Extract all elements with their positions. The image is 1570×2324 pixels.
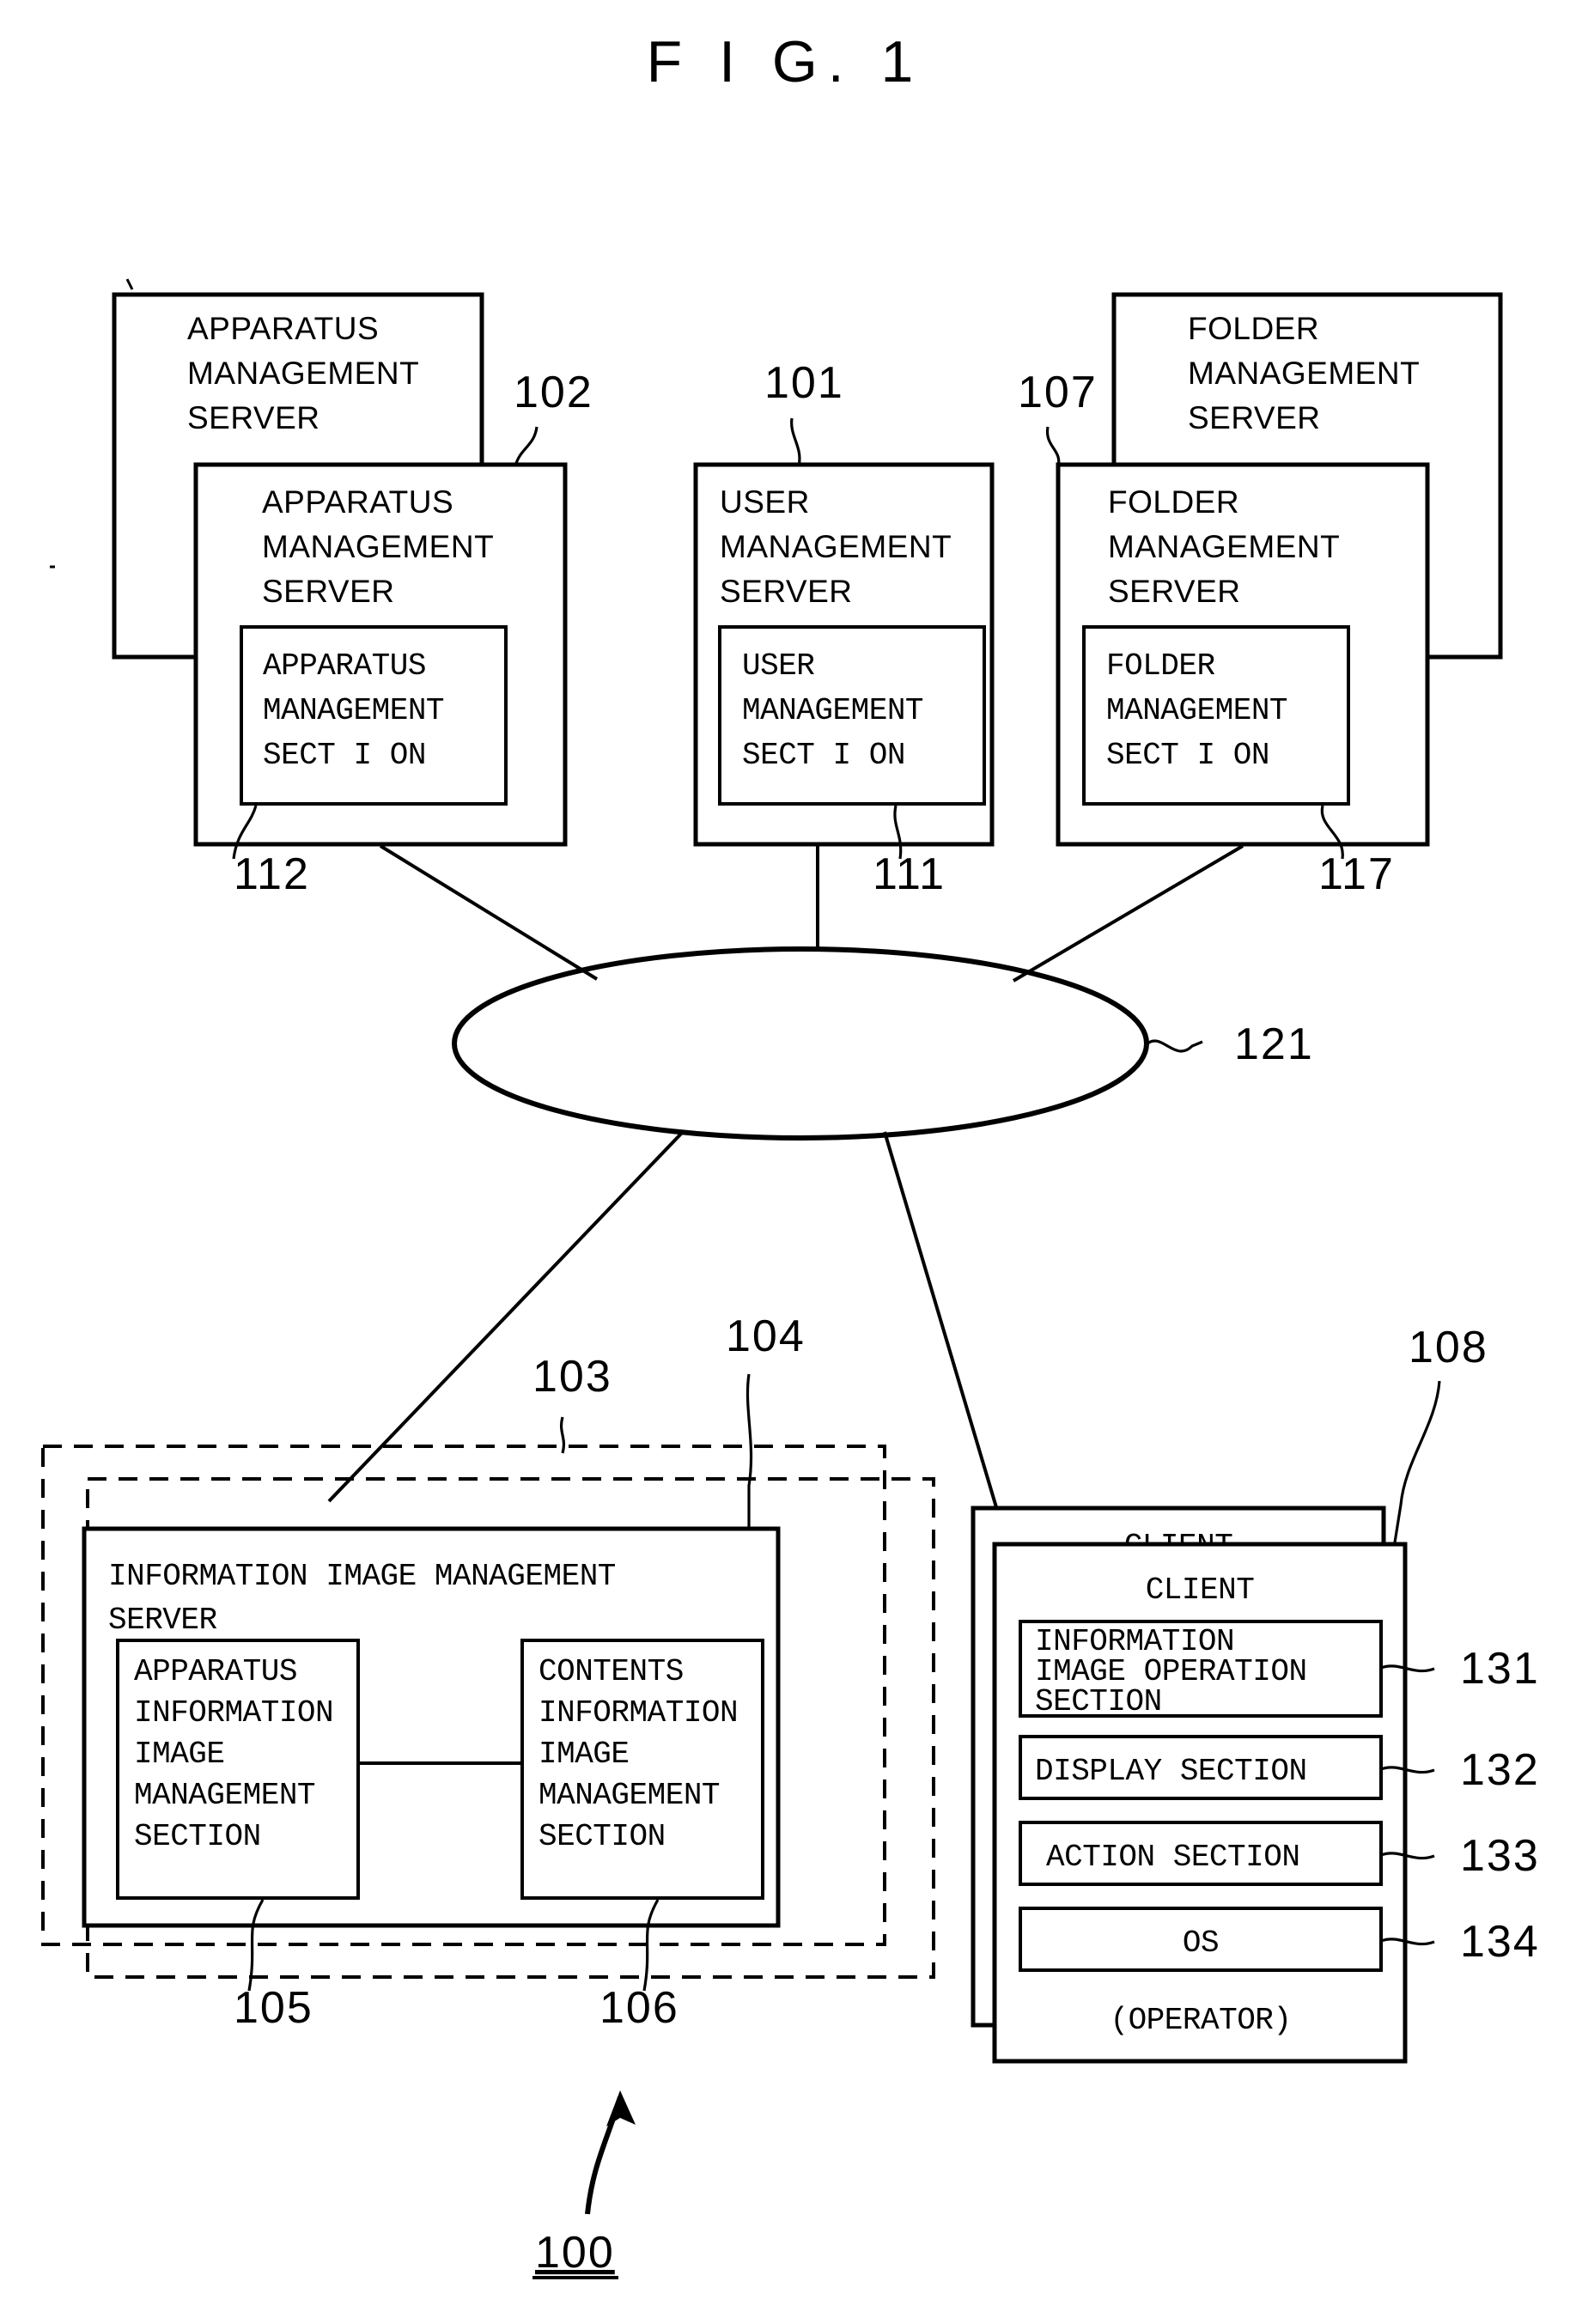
folder-server-line-2: MANAGEMENT <box>1108 529 1340 564</box>
ref-132-label: 132 <box>1460 1745 1540 1795</box>
system-ref-100-label: 100 <box>535 2228 615 2278</box>
user-server-line-3: SERVER <box>720 574 853 609</box>
ref-111-label: 111 <box>873 849 946 899</box>
apparatus-server-line-2: MANAGEMENT <box>262 529 494 564</box>
module-131-line-3: SECTION <box>1035 1684 1162 1719</box>
ref-101-label: 101 <box>764 358 844 408</box>
ref-108-label: 108 <box>1409 1323 1488 1372</box>
user-server-line-1: USER <box>720 484 810 520</box>
ref-104-leader <box>745 1373 753 1530</box>
info-image-server-line-2: SERVER <box>108 1603 217 1638</box>
module-133-line-1: ACTION SECTION <box>1046 1840 1299 1875</box>
figure-canvas: F I G. 1 APPARATUS MANAGEMENT SERVER APP… <box>41 29 1540 2279</box>
ref-105-label: 105 <box>234 1983 313 2033</box>
ref-102-leader <box>514 426 539 467</box>
apparatus-back-line-3: SERVER <box>187 400 320 435</box>
apparatus-server-line-1: APPARATUS <box>262 484 453 520</box>
ref-133-label: 133 <box>1460 1831 1540 1881</box>
folder-section-line-2: MANAGEMENT <box>1106 693 1287 728</box>
apparatus-back-line-2: MANAGEMENT <box>187 356 419 391</box>
contents-info-line-2: INFORMATION <box>539 1695 738 1731</box>
link-folder-to-network <box>1012 844 1244 983</box>
figure-title: F I G. 1 <box>647 29 924 94</box>
ref-112-label: 112 <box>234 849 310 899</box>
contents-info-line-3: IMAGE <box>539 1737 630 1772</box>
patent-figure-page: F I G. 1 APPARATUS MANAGEMENT SERVER APP… <box>0 0 1570 2324</box>
ref-103-leader <box>559 1416 566 1454</box>
contents-info-line-5: SECTION <box>539 1819 666 1854</box>
apparatus-info-line-4: MANAGEMENT <box>134 1778 315 1813</box>
ref-121-label: 121 <box>1234 1019 1314 1069</box>
ref-106-label: 106 <box>599 1983 679 2033</box>
user-section-line-3: SECT I ON <box>742 738 905 773</box>
folder-back-line-2: MANAGEMENT <box>1188 356 1420 391</box>
link-apparatus-to-network <box>379 844 599 981</box>
user-section-line-2: MANAGEMENT <box>742 693 923 728</box>
folder-back-line-1: FOLDER <box>1188 311 1319 346</box>
link-network-to-client <box>883 1131 998 1508</box>
apparatus-back-line-1: APPARATUS <box>187 311 379 346</box>
apparatus-info-line-1: APPARATUS <box>134 1654 297 1689</box>
apparatus-info-line-3: IMAGE <box>134 1737 225 1772</box>
network-ellipse <box>452 946 1149 1141</box>
apparatus-server-line-3: SERVER <box>262 574 395 609</box>
ref-107-label: 107 <box>1018 368 1098 417</box>
apparatus-section-line-1: APPARATUS <box>263 648 426 684</box>
ref-117-label: 117 <box>1318 849 1395 899</box>
info-image-server-line-1: INFORMATION IMAGE MANAGEMENT <box>108 1559 616 1594</box>
apparatus-section-line-3: SECT I ON <box>263 738 426 773</box>
scan-speck-1 <box>125 278 134 290</box>
apparatus-info-line-5: SECTION <box>134 1819 261 1854</box>
user-server-line-2: MANAGEMENT <box>720 529 952 564</box>
ref-104-label: 104 <box>726 1311 806 1361</box>
contents-info-line-4: MANAGEMENT <box>539 1778 720 1813</box>
link-network-to-info-image-server <box>327 1130 685 1503</box>
folder-section-line-1: FOLDER <box>1106 648 1215 684</box>
folder-server-line-1: FOLDER <box>1108 484 1239 520</box>
ref-103-label: 103 <box>532 1352 612 1402</box>
ref-102-label: 102 <box>514 368 593 417</box>
folder-section-line-3: SECT I ON <box>1106 738 1269 773</box>
contents-info-line-1: CONTENTS <box>539 1654 684 1689</box>
ref-134-label: 134 <box>1460 1917 1540 1967</box>
system-ref-arrow-head <box>606 2090 636 2126</box>
apparatus-info-line-2: INFORMATION <box>134 1695 333 1731</box>
client-footer-operator: (OPERATOR) <box>1110 2003 1291 2038</box>
folder-back-line-3: SERVER <box>1188 400 1321 435</box>
module-132-line-1: DISPLAY SECTION <box>1035 1754 1307 1789</box>
apparatus-section-line-2: MANAGEMENT <box>263 693 444 728</box>
ref-107-leader <box>1045 426 1061 467</box>
ref-131-label: 131 <box>1460 1644 1540 1694</box>
ref-101-leader <box>790 417 801 467</box>
module-134-line-1: OS <box>1183 1926 1219 1961</box>
user-section-line-1: USER <box>742 648 814 684</box>
client-title: CLIENT <box>1146 1573 1255 1608</box>
ref-121-leader <box>1145 1039 1203 1053</box>
folder-server-line-3: SERVER <box>1108 574 1241 609</box>
ref-108-leader <box>1393 1380 1441 1543</box>
